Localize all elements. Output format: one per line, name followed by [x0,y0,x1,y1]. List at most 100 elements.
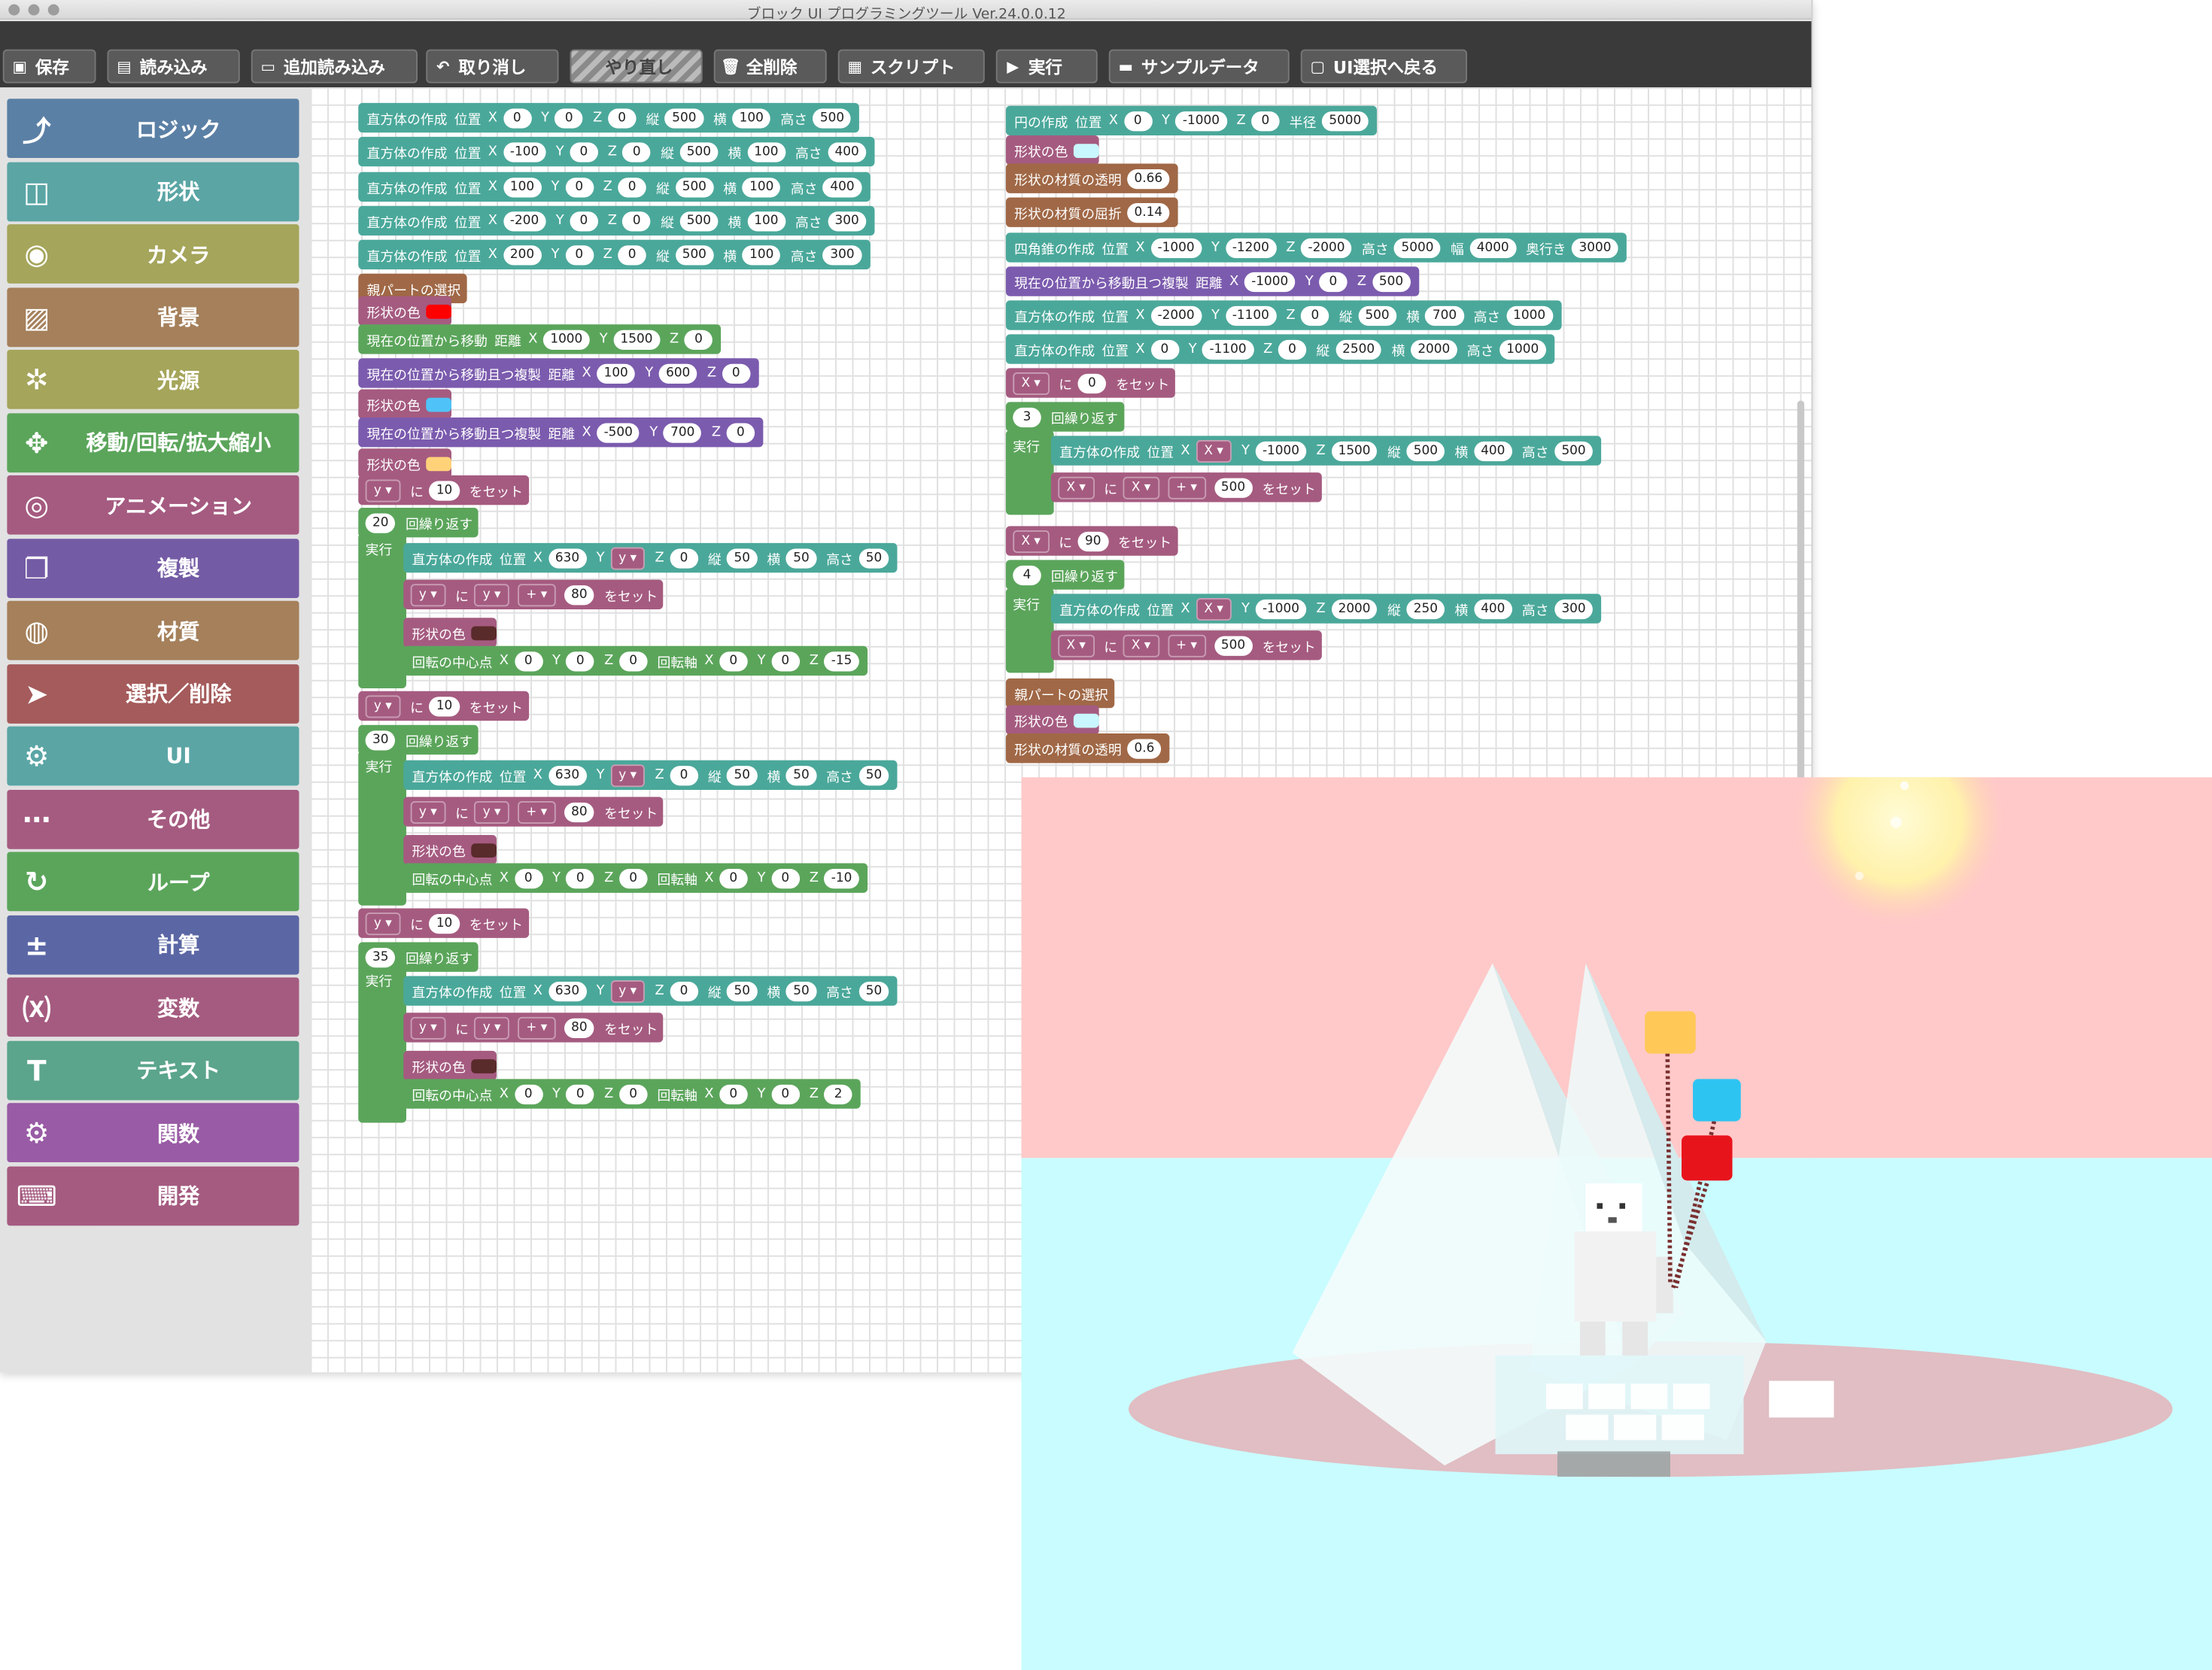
block-number-input[interactable]: 50 [858,548,889,567]
block-number-input[interactable]: 100 [743,177,781,196]
color-swatch[interactable] [471,843,497,857]
block-number-input[interactable]: 0 [1150,339,1179,359]
code-block[interactable]: 3回繰り返す [1006,402,1124,431]
block-variable-dropdown[interactable]: + ▾ [518,800,555,823]
block-number-input[interactable]: -1000 [1244,272,1296,291]
block-number-input[interactable]: 0 [608,108,637,127]
block-number-input[interactable]: 0 [570,141,598,161]
block-variable-dropdown[interactable]: y ▾ [411,1016,445,1039]
block-number-input[interactable]: 100 [747,141,785,161]
block-number-input[interactable]: 0 [618,244,646,264]
code-block[interactable]: 30回繰り返す [358,725,478,755]
block-number-input[interactable]: 1500 [613,329,660,349]
block-number-input[interactable]: 50 [786,765,816,785]
category-logic[interactable]: ⤴ロジック [7,99,299,158]
block-number-input[interactable]: 0 [619,868,648,888]
block-number-input[interactable]: 0 [514,1084,542,1104]
code-block[interactable]: 形状の色 [358,448,451,478]
block-variable-dropdown[interactable]: + ▾ [518,583,555,606]
block-number-input[interactable]: 50 [727,981,757,1000]
code-block[interactable]: X ▾にX ▾+ ▾500をセット [1051,472,1322,502]
block-number-input[interactable]: 50 [786,548,816,567]
block-number-input[interactable]: 0.66 [1127,169,1169,188]
code-block[interactable]: X ▾に0をセット [1006,368,1175,397]
workspace-scrollbar[interactable] [1797,401,1804,824]
code-block[interactable]: 直方体の作成位置X100Y0Z0縦500横100高さ400 [358,172,870,202]
block-number-input[interactable]: 0 [1124,111,1153,130]
block-number-input[interactable]: 100 [503,177,542,196]
code-block[interactable]: 形状の色 [1006,135,1099,165]
category-cube[interactable]: ◫形状 [7,162,299,221]
block-number-input[interactable]: 500 [679,211,718,230]
block-number-input[interactable]: 0 [619,1084,648,1104]
code-block[interactable]: 直方体の作成位置X630Yy ▾Z0縦50横50高さ50 [403,543,898,572]
block-number-input[interactable]: 100 [747,211,785,230]
block-number-input[interactable]: 80 [564,584,594,604]
block-number-input[interactable]: 500 [813,108,852,127]
code-block[interactable]: 親パートの選択 [1006,679,1114,708]
block-number-input[interactable]: -2000 [1301,238,1352,257]
code-block[interactable]: 四角錐の作成位置X-1000Y-1200Z-2000高さ5000幅4000奥行き… [1006,232,1627,262]
code-block[interactable]: 直方体の作成位置X200Y0Z0縦500横100高さ300 [358,240,870,269]
category-dev[interactable]: ⌨開発 [7,1166,299,1225]
block-number-input[interactable]: 0 [771,651,800,670]
block-number-input[interactable]: 0 [622,141,651,161]
add-load-button[interactable]: ▭追加読み込み [251,50,418,84]
color-swatch[interactable] [471,626,497,640]
code-block[interactable]: 形状の色 [358,296,451,326]
block-number-input[interactable]: 50 [786,981,816,1000]
block-number-input[interactable]: 0 [727,423,755,442]
block-number-input[interactable]: 0 [1278,339,1307,359]
block-variable-dropdown[interactable]: y ▾ [366,912,400,934]
block-number-input[interactable]: 500 [1358,305,1396,325]
back-to-ui-select-button[interactable]: ▢UI選択へ戻る [1301,50,1467,84]
code-block[interactable]: y ▾にy ▾+ ▾80をセット [403,580,664,609]
code-block[interactable]: 形状の色 [403,835,497,864]
code-block[interactable]: y ▾に10をセット [358,909,528,938]
block-number-input[interactable]: 200 [503,244,542,264]
block-number-input[interactable]: 5000 [1322,111,1369,130]
block-number-input[interactable]: 0 [719,868,748,888]
block-number-input[interactable]: -1200 [1225,238,1276,257]
block-number-input[interactable]: 50 [858,765,889,785]
code-block[interactable]: 20回繰り返す [358,508,478,537]
block-number-input[interactable]: 700 [664,423,702,442]
block-number-input[interactable]: 0 [565,244,594,264]
block-variable-dropdown[interactable]: y ▾ [610,547,645,569]
block-variable-dropdown[interactable]: y ▾ [474,1016,509,1039]
block-number-input[interactable]: 2000 [1331,599,1378,618]
block-number-input[interactable]: 0.6 [1127,739,1162,758]
block-number-input[interactable]: -1000 [1256,599,1307,618]
block-number-input[interactable]: 0 [685,329,713,349]
block-number-input[interactable]: 0 [1319,272,1348,291]
run-button[interactable]: ▶実行 [996,50,1098,84]
block-number-input[interactable]: 500 [665,108,703,127]
delete-all-button[interactable]: 🗑全削除 [714,50,827,84]
code-block[interactable]: 直方体の作成位置XX ▾Y-1000Z2000縦250横400高さ300 [1051,594,1601,623]
block-variable-dropdown[interactable]: y ▾ [474,583,509,606]
category-text[interactable]: Tテキスト [7,1040,299,1100]
code-block[interactable]: 現在の位置から移動距離X1000Y1500Z0 [358,324,721,354]
block-number-input[interactable]: 80 [564,802,594,821]
block-variable-dropdown[interactable]: X ▾ [1196,439,1232,462]
block-variable-dropdown[interactable]: y ▾ [411,800,445,823]
block-number-input[interactable]: 3 [1013,407,1041,427]
block-variable-dropdown[interactable]: y ▾ [610,764,645,786]
block-number-input[interactable]: 500 [675,244,713,264]
block-number-input[interactable]: 630 [548,981,587,1000]
block-number-input[interactable]: 500 [1406,441,1445,460]
block-number-input[interactable]: 0 [1251,111,1280,130]
block-number-input[interactable]: 0 [570,211,598,230]
code-block[interactable]: 直方体の作成位置X-2000Y-1100Z0縦500横700高さ1000 [1006,300,1561,329]
block-number-input[interactable]: -200 [503,211,546,230]
color-swatch[interactable] [426,457,451,471]
block-number-input[interactable]: 80 [564,1018,594,1037]
block-variable-dropdown[interactable]: + ▾ [1168,634,1205,657]
block-number-input[interactable]: 300 [823,244,861,264]
code-block[interactable]: 現在の位置から移動且つ複製距離X-1000Y0Z500 [1006,266,1419,296]
category-globe[interactable]: ◍材質 [7,601,299,660]
block-variable-dropdown[interactable]: + ▾ [1168,476,1205,499]
block-number-input[interactable]: 700 [1426,305,1464,325]
block-number-input[interactable]: -1000 [1256,441,1307,460]
block-number-input[interactable]: 0 [670,548,698,567]
